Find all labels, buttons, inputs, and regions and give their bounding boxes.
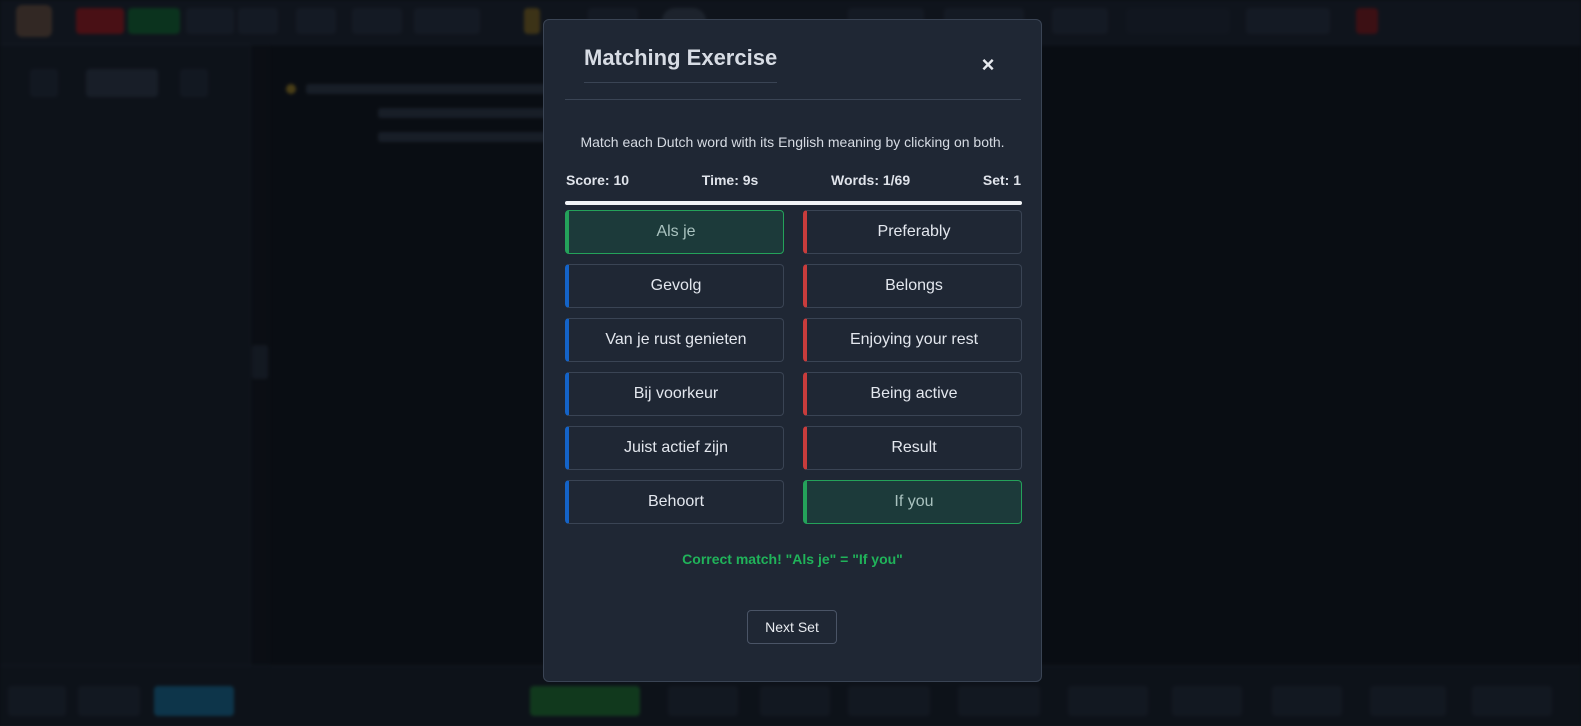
progress-fill [565,201,1022,205]
dutch-word-tile[interactable]: Gevolg [565,264,784,308]
english-word-tile[interactable]: Enjoying your rest [803,318,1022,362]
feedback-message: Correct match! "Als je" = "If you" [682,551,903,567]
dutch-word-tile[interactable]: Als je [565,210,784,254]
english-word-tile[interactable]: Being active [803,372,1022,416]
progress-bar [565,201,1022,205]
words-label: Words: 1/69 [831,172,911,188]
english-word-tile[interactable]: If you [803,480,1022,524]
stats-bar: Score: 10 Time: 9s Words: 1/69 Set: 1 [566,171,1021,189]
dutch-word-tile[interactable]: Van je rust genieten [565,318,784,362]
header-divider [565,99,1021,100]
set-label: Set: 1 [982,172,1021,188]
score-label: Score: 10 [566,172,630,188]
english-word-tile[interactable]: Result [803,426,1022,470]
instructions-text: Match each Dutch word with its English m… [580,134,1005,150]
dutch-word-tile[interactable]: Behoort [565,480,784,524]
modal-title: Matching Exercise [584,45,778,83]
english-word-tile[interactable]: Belongs [803,264,1022,308]
next-set-button[interactable]: Next Set [747,610,837,644]
matching-exercise-modal: Matching Exercise × Match each Dutch wor… [543,19,1042,682]
dutch-word-tile[interactable]: Juist actief zijn [565,426,784,470]
dutch-word-tile[interactable]: Bij voorkeur [565,372,784,416]
english-word-tile[interactable]: Preferably [803,210,1022,254]
time-label: Time: 9s [701,172,759,188]
close-icon[interactable]: × [976,53,1000,77]
